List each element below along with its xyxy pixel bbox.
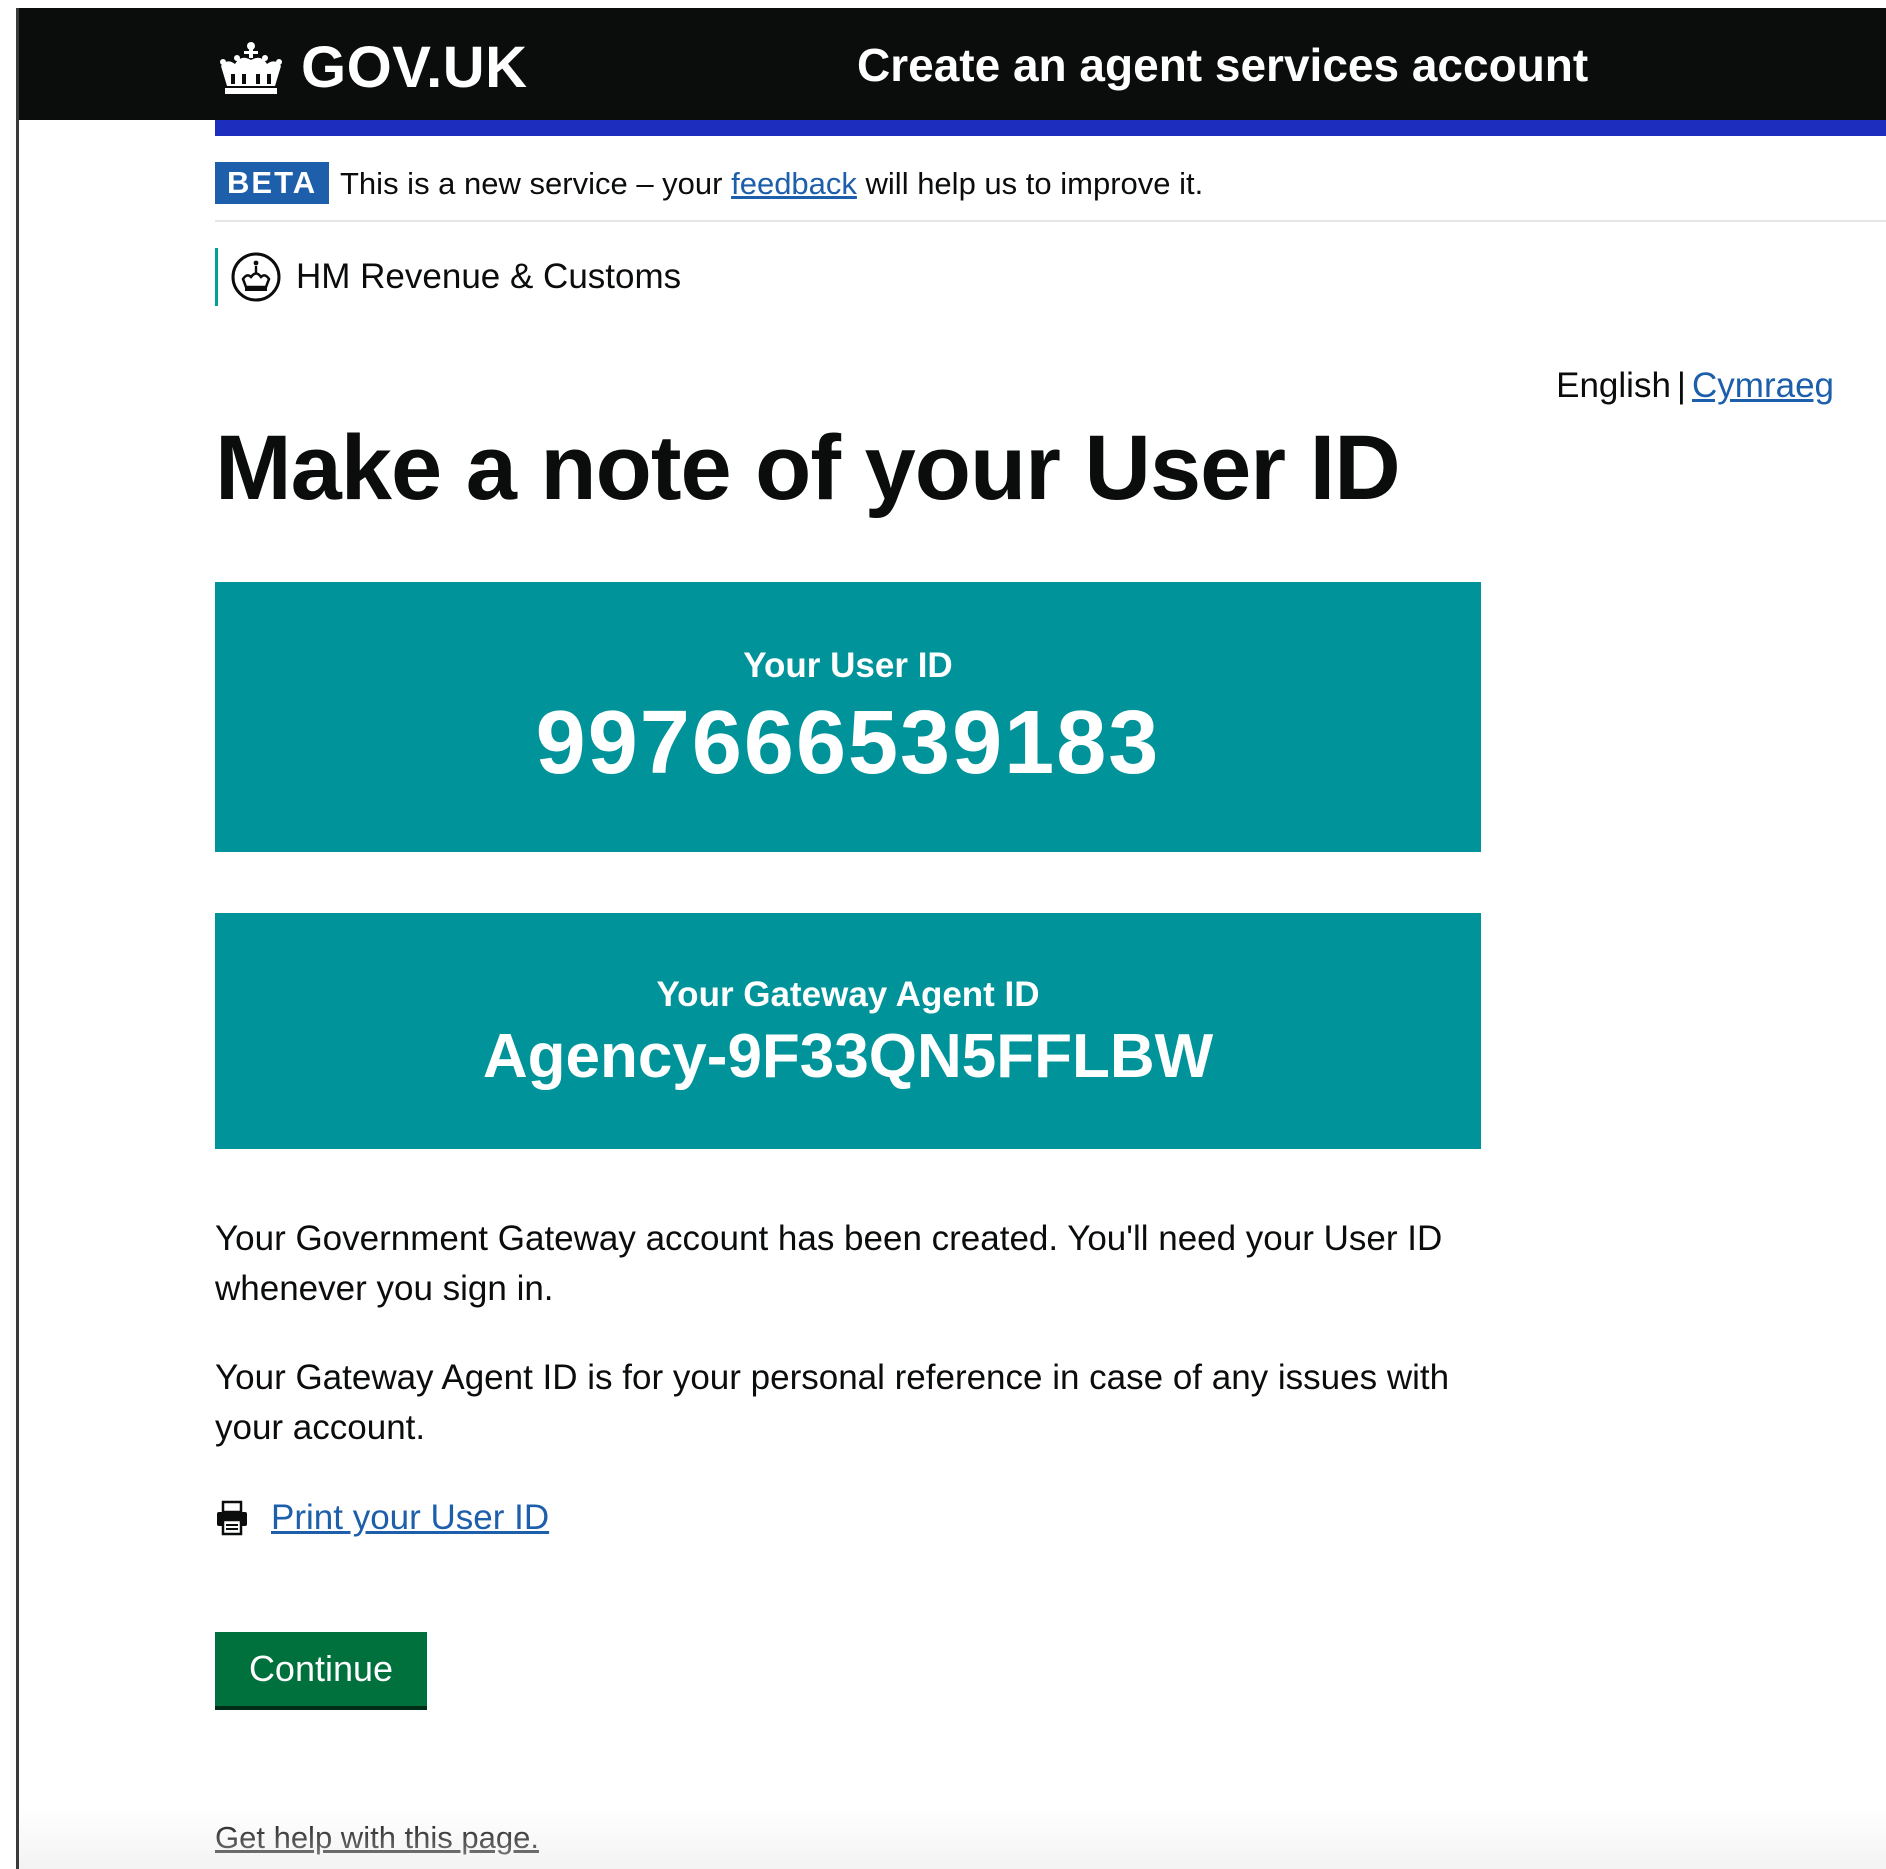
browser-viewport: GOV.UK Create an agent services account …	[16, 8, 1886, 1869]
agent-id-label: Your Gateway Agent ID	[656, 975, 1040, 1014]
govuk-header: GOV.UK Create an agent services account	[19, 8, 1886, 120]
print-user-id-link[interactable]: Print your User ID	[271, 1498, 549, 1538]
crown-icon	[220, 41, 282, 94]
agent-id-value: Agency-9F33QN5FFLBW	[482, 1022, 1214, 1091]
beta-tag: BETA	[215, 162, 330, 204]
user-id-label: Your User ID	[743, 646, 953, 685]
continue-button[interactable]: Continue	[215, 1632, 427, 1706]
govuk-logo-text: GOV.UK	[301, 35, 528, 100]
header-stripe	[215, 120, 1886, 136]
phase-banner-text: This is a new service – your feedback wi…	[340, 166, 1203, 202]
user-id-panel: Your User ID 997666539183	[215, 582, 1481, 852]
phase-text-after: will help us to improve it.	[856, 166, 1204, 201]
user-id-value: 997666539183	[535, 693, 1161, 793]
printer-icon[interactable]	[215, 1500, 249, 1536]
service-name-link[interactable]: Create an agent services account	[857, 38, 1588, 92]
language-toggle: English | Cymraeg	[1556, 366, 1834, 406]
govuk-logo-link[interactable]: GOV.UK	[215, 34, 527, 101]
agent-id-paragraph: Your Gateway Agent ID is for your person…	[215, 1358, 1450, 1447]
language-cymraeg-link[interactable]: Cymraeg	[1692, 366, 1834, 405]
hmrc-banner: HM Revenue & Customs	[215, 248, 681, 306]
hmrc-crest-icon	[231, 252, 281, 302]
get-help-link[interactable]: Get help with this page.	[215, 1820, 539, 1856]
account-created-paragraph: Your Government Gateway account has been…	[215, 1219, 1443, 1308]
language-current: English	[1556, 366, 1671, 405]
page-title: Make a note of your User ID	[215, 417, 1401, 519]
feedback-link[interactable]: feedback	[731, 166, 857, 201]
print-user-id: Print your User ID	[215, 1498, 549, 1538]
phase-text-before: This is a new service – your	[340, 166, 732, 201]
department-name: HM Revenue & Customs	[296, 257, 682, 296]
agent-id-panel: Your Gateway Agent ID Agency-9F33QN5FFLB…	[215, 913, 1481, 1149]
phase-banner: BETA This is a new service – your feedba…	[215, 158, 1886, 222]
language-separator: |	[1676, 366, 1687, 405]
